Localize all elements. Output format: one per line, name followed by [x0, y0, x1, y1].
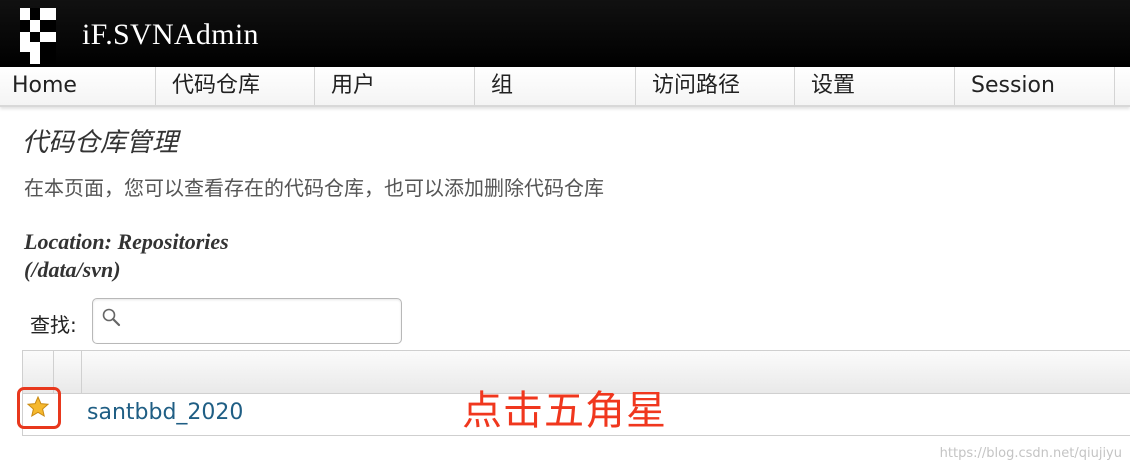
search-input[interactable] — [127, 305, 397, 339]
app-header: iF.SVNAdmin — [0, 0, 1130, 67]
location-label: Location: Repositories — [24, 229, 229, 254]
nav-item-home[interactable]: Home — [0, 67, 156, 105]
favorite-star-button[interactable] — [17, 387, 61, 429]
app-title: iF.SVNAdmin — [82, 18, 259, 51]
star-icon — [26, 395, 50, 418]
svnadmin-logo-icon[interactable] — [20, 8, 56, 64]
annotation-text: 点击五角星 — [462, 388, 667, 434]
nav-item-access-paths[interactable]: 访问路径 — [636, 67, 795, 105]
watermark: https://blog.csdn.net/qiujiyu — [939, 446, 1122, 461]
nav-item-users[interactable]: 用户 — [315, 67, 475, 105]
page-title: 代码仓库管理 — [22, 128, 179, 158]
nav-item-settings[interactable]: 设置 — [795, 67, 955, 105]
nav-item-groups[interactable]: 组 — [475, 67, 636, 105]
nav-item-session[interactable]: Session — [955, 67, 1115, 105]
nav-item-repositories[interactable]: 代码仓库 — [156, 67, 315, 105]
search-icon — [102, 308, 121, 327]
repository-location: Location: Repositories (/data/svn) — [24, 228, 344, 284]
location-path: (/data/svn) — [24, 257, 121, 282]
page-description: 在本页面，您可以查看存在的代码仓库，也可以添加删除代码仓库 — [24, 176, 604, 200]
search-label: 查找: — [30, 313, 77, 337]
main-nav: Home 代码仓库 用户 组 访问路径 设置 Session — [0, 67, 1130, 107]
search-box[interactable] — [92, 298, 402, 344]
repository-link[interactable]: santbbd_2020 — [87, 400, 243, 425]
